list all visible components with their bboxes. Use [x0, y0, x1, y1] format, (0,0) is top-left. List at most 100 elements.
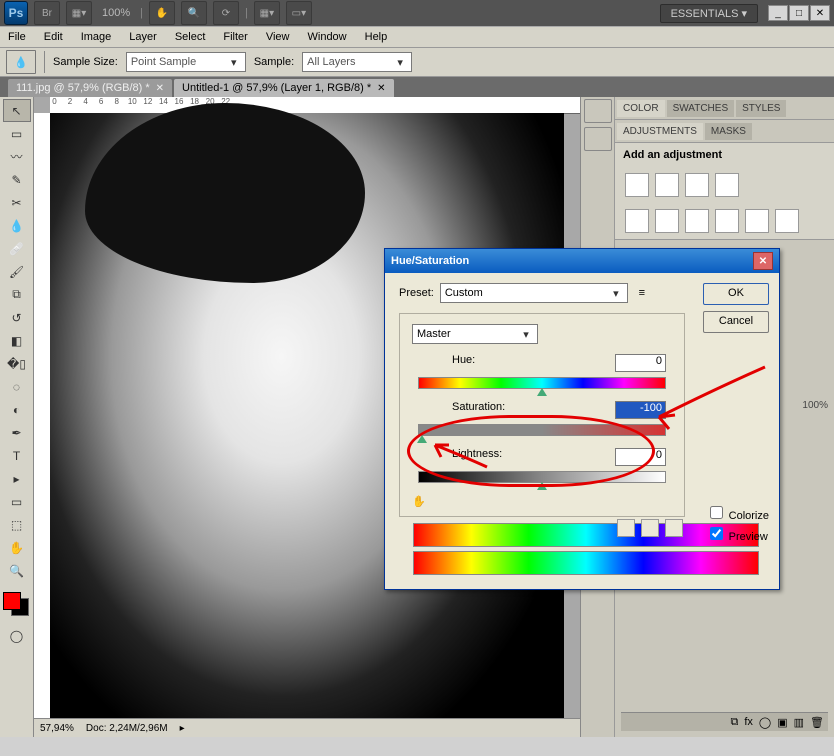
- lightness-slider[interactable]: [418, 471, 666, 483]
- new-layer-icon[interactable]: ▥: [794, 716, 804, 729]
- collapsed-panel-button[interactable]: [584, 127, 612, 151]
- brush-tool[interactable]: 🖌: [3, 260, 31, 283]
- marquee-tool[interactable]: ▭: [3, 122, 31, 145]
- dodge-tool[interactable]: ◐: [3, 398, 31, 421]
- eraser-tool[interactable]: ◧: [3, 329, 31, 352]
- maximize-button[interactable]: □: [789, 5, 809, 21]
- eyedropper-subtract-icon[interactable]: [665, 519, 683, 537]
- hue-sat-icon[interactable]: [655, 209, 679, 233]
- document-tab[interactable]: 111.jpg @ 57,9% (RGB/8) * ✕: [8, 79, 172, 97]
- hue-input[interactable]: 0: [615, 354, 666, 372]
- document-tab[interactable]: Untitled-1 @ 57,9% (Layer 1, RGB/8) * ✕: [174, 79, 393, 97]
- saturation-slider[interactable]: [418, 424, 666, 436]
- zoom-tool[interactable]: 🔍: [3, 559, 31, 582]
- photo-filter-icon[interactable]: [745, 209, 769, 233]
- levels-icon[interactable]: [655, 173, 679, 197]
- hand-tool-icon[interactable]: ✋: [412, 495, 672, 508]
- slider-thumb[interactable]: [537, 482, 547, 490]
- preset-menu-icon[interactable]: ≡: [634, 287, 650, 299]
- eyedropper-icon[interactable]: [617, 519, 635, 537]
- panel-tab-adjustments[interactable]: ADJUSTMENTS: [617, 123, 703, 140]
- workspace-switcher[interactable]: ESSENTIALS ▾: [660, 4, 758, 23]
- colorize-checkbox[interactable]: Colorize: [706, 503, 769, 522]
- close-icon[interactable]: ✕: [377, 83, 385, 94]
- move-tool[interactable]: ↖: [3, 99, 31, 122]
- status-zoom[interactable]: 57,94%: [40, 723, 74, 734]
- sample-size-dropdown[interactable]: Point Sample ▾: [126, 52, 246, 72]
- path-select-tool[interactable]: ▸: [3, 467, 31, 490]
- curves-icon[interactable]: [685, 173, 709, 197]
- saturation-input[interactable]: -100: [615, 401, 666, 419]
- ok-button[interactable]: OK: [703, 283, 769, 305]
- foreground-swatch[interactable]: [3, 592, 21, 610]
- status-menu-arrow[interactable]: ▸: [180, 723, 185, 734]
- brightness-icon[interactable]: [625, 173, 649, 197]
- lightness-input[interactable]: 0: [615, 448, 666, 466]
- slider-thumb[interactable]: [537, 388, 547, 396]
- panel-tab-swatches[interactable]: SWATCHES: [667, 100, 735, 117]
- gradient-tool[interactable]: �▯: [3, 352, 31, 375]
- channel-dropdown[interactable]: Master ▾: [412, 324, 538, 344]
- quick-mask-button[interactable]: ◯: [3, 624, 31, 647]
- rotate-view-button[interactable]: ⟳: [213, 1, 239, 25]
- link-layers-icon[interactable]: ⧉: [730, 716, 738, 729]
- panel-tab-color[interactable]: COLOR: [617, 100, 665, 117]
- horizontal-ruler[interactable]: 0 2 4 6 8 10 12 14 16 18 20 22: [50, 97, 580, 114]
- preview-checkbox[interactable]: Preview: [706, 524, 769, 543]
- menu-layer[interactable]: Layer: [129, 31, 157, 43]
- eyedropper-tool[interactable]: 💧: [3, 214, 31, 237]
- layer-mask-icon[interactable]: ◯: [759, 716, 771, 729]
- crop-tool[interactable]: ✂: [3, 191, 31, 214]
- close-icon[interactable]: ✕: [753, 252, 773, 270]
- menu-select[interactable]: Select: [175, 31, 206, 43]
- preset-dropdown[interactable]: Custom ▾: [440, 283, 628, 303]
- slider-thumb[interactable]: [417, 435, 427, 443]
- 3d-tool[interactable]: ⬚: [3, 513, 31, 536]
- screen-mode-button[interactable]: ▭▾: [286, 1, 312, 25]
- layer-fx-icon[interactable]: fx: [744, 716, 753, 728]
- new-group-icon[interactable]: ▣: [777, 716, 787, 729]
- delete-layer-icon[interactable]: 🗑: [810, 716, 824, 729]
- vibrance-icon[interactable]: [625, 209, 649, 233]
- cancel-button[interactable]: Cancel: [703, 311, 769, 333]
- view-extras-button[interactable]: ▦▾: [66, 1, 92, 25]
- bw-icon[interactable]: [715, 209, 739, 233]
- panel-tab-masks[interactable]: MASKS: [705, 123, 752, 140]
- exposure-icon[interactable]: [715, 173, 739, 197]
- panel-tab-styles[interactable]: STYLES: [736, 100, 786, 117]
- bridge-button[interactable]: Br: [34, 1, 60, 25]
- color-swatches[interactable]: [3, 588, 31, 616]
- eyedropper-add-icon[interactable]: [641, 519, 659, 537]
- menu-image[interactable]: Image: [81, 31, 112, 43]
- healing-brush-tool[interactable]: 🩹: [3, 237, 31, 260]
- lasso-tool[interactable]: 〰: [3, 145, 31, 168]
- history-brush-tool[interactable]: ↺: [3, 306, 31, 329]
- channel-mixer-icon[interactable]: [775, 209, 799, 233]
- close-button[interactable]: ✕: [810, 5, 830, 21]
- hand-tool[interactable]: ✋: [3, 536, 31, 559]
- menu-help[interactable]: Help: [365, 31, 388, 43]
- shape-tool[interactable]: ▭: [3, 490, 31, 513]
- menu-view[interactable]: View: [266, 31, 290, 43]
- close-icon[interactable]: ✕: [156, 83, 164, 94]
- minimize-button[interactable]: _: [768, 5, 788, 21]
- arrange-documents-button[interactable]: ▦▾: [254, 1, 280, 25]
- zoom-level[interactable]: 100%: [102, 7, 130, 19]
- blur-tool[interactable]: ◌: [3, 375, 31, 398]
- dialog-titlebar[interactable]: Hue/Saturation ✕: [385, 249, 779, 273]
- hand-tool-button[interactable]: ✋: [149, 1, 175, 25]
- menu-file[interactable]: File: [8, 31, 26, 43]
- current-tool-icon[interactable]: 💧: [6, 50, 36, 74]
- zoom-tool-button[interactable]: 🔍: [181, 1, 207, 25]
- pen-tool[interactable]: ✒: [3, 421, 31, 444]
- vertical-ruler[interactable]: [34, 113, 51, 721]
- collapsed-panel-button[interactable]: [584, 99, 612, 123]
- menu-edit[interactable]: Edit: [44, 31, 63, 43]
- sample-dropdown[interactable]: All Layers ▾: [302, 52, 412, 72]
- color-balance-icon[interactable]: [685, 209, 709, 233]
- menu-filter[interactable]: Filter: [223, 31, 247, 43]
- layer-opacity-value[interactable]: 100%: [802, 400, 828, 411]
- hue-slider[interactable]: [418, 377, 666, 389]
- quick-select-tool[interactable]: ✎: [3, 168, 31, 191]
- menu-window[interactable]: Window: [308, 31, 347, 43]
